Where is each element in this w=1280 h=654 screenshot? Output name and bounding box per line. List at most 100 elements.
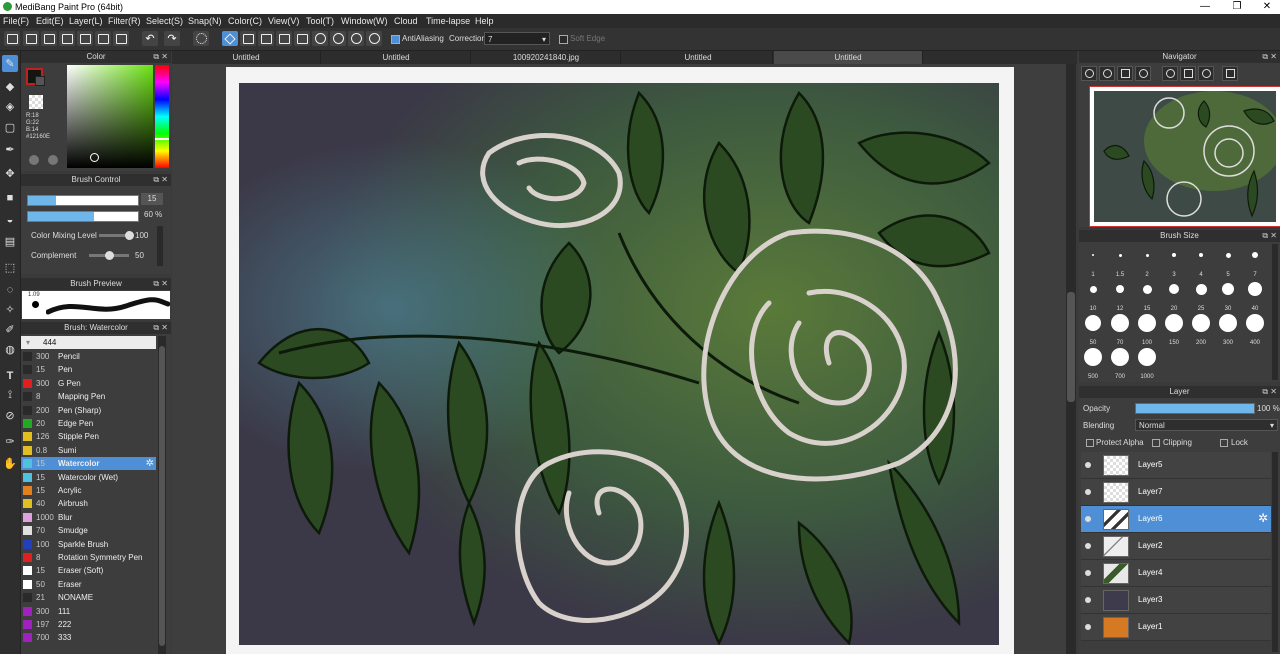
layer-row[interactable]: Layer4 bbox=[1081, 560, 1271, 587]
lock-checkbox[interactable] bbox=[1220, 439, 1228, 447]
eyedropper-icon[interactable]: ⊘ bbox=[2, 407, 18, 424]
clipping-checkbox[interactable] bbox=[1152, 439, 1160, 447]
rotate-snap-icon[interactable] bbox=[348, 31, 364, 46]
canvas-vertical-scrollbar[interactable] bbox=[1066, 64, 1076, 654]
canvas-artwork[interactable] bbox=[239, 83, 999, 645]
layer-row[interactable]: Layer2 bbox=[1081, 533, 1271, 560]
canvas-area[interactable] bbox=[172, 64, 1066, 654]
protect-alpha-checkbox[interactable] bbox=[1086, 439, 1094, 447]
zoom-in-icon[interactable] bbox=[1081, 66, 1097, 81]
circle-snap-icon[interactable] bbox=[312, 31, 328, 46]
brush-list-header-row[interactable]: ▾ 444 bbox=[21, 336, 156, 349]
brush-item[interactable]: 8 Rotation Symmetry Pen bbox=[21, 551, 156, 564]
parallel-snap-icon[interactable] bbox=[240, 31, 256, 46]
dot-eraser-icon[interactable]: ◈ bbox=[2, 98, 18, 115]
eye-icon[interactable] bbox=[1085, 462, 1091, 468]
brush-size-option[interactable]: 700 bbox=[1107, 346, 1133, 380]
menu-time-lapse[interactable]: Time-lapse bbox=[426, 16, 470, 26]
color-mixing-slider[interactable] bbox=[99, 231, 134, 240]
lasso-tool-icon[interactable]: ◌ bbox=[2, 281, 18, 298]
brush-item[interactable]: 15 Eraser (Soft) bbox=[21, 564, 156, 577]
brush-opacity-slider[interactable] bbox=[27, 211, 139, 222]
layer-row[interactable]: Layer5 bbox=[1081, 452, 1271, 479]
brush-item[interactable]: 300 Pencil bbox=[21, 350, 156, 363]
brush-size-option[interactable]: 40 bbox=[1242, 278, 1268, 312]
undo-icon[interactable]: ↶ bbox=[142, 31, 158, 46]
chat-icon[interactable] bbox=[59, 31, 75, 46]
comment-icon[interactable] bbox=[41, 31, 57, 46]
brush-size-slider[interactable] bbox=[27, 195, 139, 206]
brush-item[interactable]: 15 Acrylic bbox=[21, 484, 156, 497]
brush-item[interactable]: 40 Airbrush bbox=[21, 497, 156, 510]
panel-icon[interactable] bbox=[95, 31, 111, 46]
menu-view[interactable]: View(V) bbox=[268, 16, 299, 26]
brush-item[interactable]: 8 Mapping Pen bbox=[21, 390, 156, 403]
brush-item[interactable]: 20 Edge Pen bbox=[21, 417, 156, 430]
complement-slider[interactable] bbox=[89, 251, 129, 260]
grid-icon[interactable] bbox=[113, 31, 129, 46]
eye-icon[interactable] bbox=[1085, 489, 1091, 495]
redo-icon[interactable]: ↷ bbox=[164, 31, 180, 46]
hue-slider-handle[interactable] bbox=[155, 138, 169, 140]
antialiasing-checkbox[interactable] bbox=[391, 35, 400, 44]
rectangle-tool-icon[interactable]: ▢ bbox=[2, 119, 18, 136]
brush-item[interactable]: 100 Sparkle Brush bbox=[21, 538, 156, 551]
curve-snap-icon[interactable] bbox=[330, 31, 346, 46]
gradient-tool-icon[interactable]: ▤ bbox=[2, 233, 18, 250]
brush-size-option[interactable]: 1000 bbox=[1134, 346, 1160, 380]
brush-item[interactable]: 200 Pen (Sharp) bbox=[21, 404, 156, 417]
panel-close-icon[interactable]: ⧉ ✕ bbox=[153, 51, 168, 63]
brush-size-option[interactable]: 1 bbox=[1080, 244, 1106, 278]
brush-size-option[interactable]: 50 bbox=[1080, 312, 1106, 346]
brush-tool-icon[interactable]: ✎ bbox=[2, 55, 18, 72]
operation-tool-icon[interactable]: ⟟ bbox=[2, 387, 18, 404]
color-palette-icon[interactable] bbox=[48, 155, 58, 165]
brush-control-scrollbar[interactable] bbox=[157, 226, 163, 266]
brush-item[interactable]: 21 NONAME bbox=[21, 591, 156, 604]
brush-size-option[interactable]: 150 bbox=[1161, 312, 1187, 346]
panel-close-icon[interactable]: ⧉ ✕ bbox=[1262, 386, 1277, 398]
settings-icon[interactable] bbox=[366, 31, 382, 46]
close-button[interactable]: ✕ bbox=[1252, 0, 1280, 14]
color-picker-cursor[interactable] bbox=[90, 153, 99, 162]
layer-opacity-slider[interactable] bbox=[1135, 403, 1255, 414]
panel-close-icon[interactable]: ⧉ ✕ bbox=[1262, 230, 1277, 242]
blending-select[interactable]: Normal ▾ bbox=[1135, 419, 1278, 431]
brush-size-option[interactable]: 1.5 bbox=[1107, 244, 1133, 278]
minimize-button[interactable]: — bbox=[1190, 0, 1220, 14]
brush-size-option[interactable]: 3 bbox=[1161, 244, 1187, 278]
brush-size-option[interactable]: 12 bbox=[1107, 278, 1133, 312]
brush-size-option[interactable]: 25 bbox=[1188, 278, 1214, 312]
eye-icon[interactable] bbox=[1085, 516, 1091, 522]
select-pen-icon[interactable]: ✐ bbox=[2, 321, 18, 338]
brush-item[interactable]: 1000 Blur bbox=[21, 511, 156, 524]
brush-size-option[interactable]: 10 bbox=[1080, 278, 1106, 312]
gear-icon[interactable]: ✲ bbox=[146, 457, 154, 470]
brush-item[interactable]: 700 333 bbox=[21, 631, 156, 644]
brush-size-option[interactable]: 5 bbox=[1215, 244, 1241, 278]
hand-tool-icon[interactable]: ✋ bbox=[2, 455, 18, 472]
select-eraser-icon[interactable]: ◍ bbox=[2, 341, 18, 358]
fit-screen-icon[interactable] bbox=[1117, 66, 1133, 81]
brush-list-scrollbar[interactable] bbox=[158, 336, 166, 654]
brush-size-option[interactable]: 30 bbox=[1215, 278, 1241, 312]
brush-item[interactable]: 15 Watercolor (Wet) bbox=[21, 471, 156, 484]
zoom-actual-icon[interactable] bbox=[1099, 66, 1115, 81]
brush-item[interactable]: 0.8 Sumi bbox=[21, 444, 156, 457]
tab-jpg[interactable]: 100920241840.jpg bbox=[472, 51, 621, 64]
radial-snap-icon[interactable] bbox=[294, 31, 310, 46]
panel-close-icon[interactable]: ⧉ ✕ bbox=[153, 322, 168, 334]
layer-row[interactable]: Layer7 bbox=[1081, 479, 1271, 506]
brush-size-option[interactable]: 100 bbox=[1134, 312, 1160, 346]
eraser-tool-icon[interactable]: ◆ bbox=[2, 78, 18, 95]
brush-item[interactable]: 70 Smudge bbox=[21, 524, 156, 537]
correction-select[interactable]: 7 ▾ bbox=[484, 32, 550, 45]
snap-off-icon[interactable] bbox=[222, 31, 238, 46]
menu-select[interactable]: Select(S) bbox=[146, 16, 183, 26]
selection-icon[interactable] bbox=[193, 31, 209, 46]
brush-item[interactable]: 15 Pen bbox=[21, 363, 156, 376]
layer-row[interactable]: Layer1 bbox=[1081, 614, 1271, 641]
menu-layer[interactable]: Layer(L) bbox=[69, 16, 103, 26]
tab-untitled-active[interactable]: Untitled bbox=[774, 51, 923, 64]
hue-slider[interactable] bbox=[155, 65, 169, 168]
